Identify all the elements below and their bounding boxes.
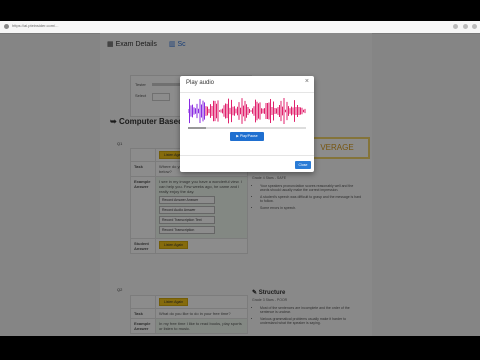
close-button[interactable]: Close	[295, 161, 311, 169]
lock-icon	[4, 24, 9, 29]
audio-progress-fill	[188, 127, 206, 129]
modal-footer	[180, 155, 314, 156]
extension-icon[interactable]	[463, 24, 468, 29]
star-icon[interactable]	[453, 24, 458, 29]
play-audio-modal: Play audio × ▶ Play/Pause Close	[180, 76, 314, 172]
play-pause-label: Play/Pause	[239, 134, 258, 138]
url-text[interactable]: https://ai.pteinsider.com/...	[12, 23, 432, 28]
modal-backdrop[interactable]: Play audio × ▶ Play/Pause Close	[0, 33, 480, 336]
modal-title: Play audio	[186, 80, 215, 86]
browser-window: https://ai.pteinsider.com/... ▦ Exam Deta…	[0, 21, 480, 336]
audio-progress-bar[interactable]	[188, 127, 306, 129]
close-icon[interactable]: ×	[305, 78, 309, 85]
play-pause-button[interactable]: ▶ Play/Pause	[230, 132, 264, 141]
menu-icon[interactable]	[472, 24, 477, 29]
audio-waveform[interactable]	[188, 97, 306, 125]
modal-header: Play audio ×	[180, 76, 314, 93]
